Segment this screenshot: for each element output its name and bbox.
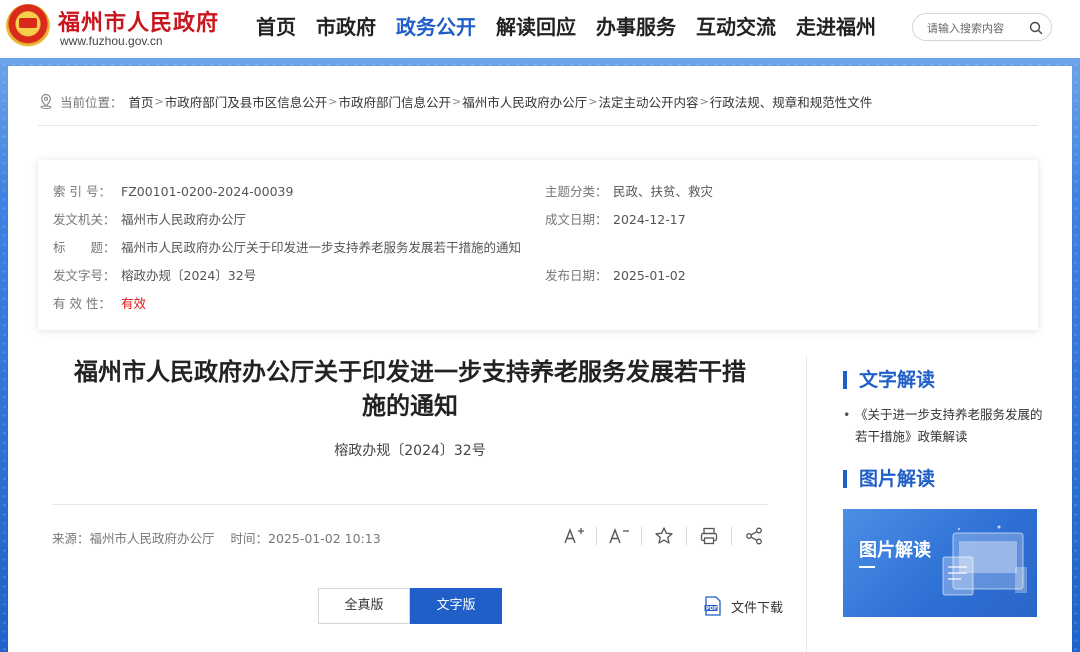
- article-doc-number: 榕政办规〔2024〕32号: [334, 443, 486, 459]
- search-input[interactable]: [927, 18, 1027, 38]
- info-topic-value: 民政、扶贫、救灾: [613, 184, 714, 199]
- info-publish-date: 发布日期： 2025-01-02: [545, 265, 686, 284]
- breadcrumb: 当前位置： 首页 > 市政府部门及县市区信息公开 > 市政府部门信息公开 > 福…: [38, 92, 872, 110]
- info-publish-date-value: 2025-01-02: [613, 268, 686, 283]
- divider: [38, 125, 1038, 126]
- info-title-value: 福州市人民政府办公厅关于印发进一步支持养老服务发展若干措施的通知: [121, 240, 522, 255]
- file-download-link[interactable]: PDF 文件下载: [704, 596, 783, 616]
- info-topic: 主题分类： 民政、扶贫、救灾: [545, 181, 713, 200]
- nav-item-home[interactable]: 首页: [256, 12, 296, 42]
- info-topic-label: 主题分类：: [545, 184, 608, 199]
- info-title-label: 标 题：: [53, 240, 116, 255]
- info-validity-label: 有 效 性：: [53, 296, 111, 311]
- file-download-label: 文件下载: [731, 600, 784, 616]
- info-doc-number-label: 发文字号：: [53, 268, 116, 283]
- search-box: [912, 13, 1052, 41]
- nav-item-interaction[interactable]: 互动交流: [696, 12, 776, 42]
- site-name[interactable]: 福州市人民政府: [58, 5, 219, 37]
- text-version-button[interactable]: 文字版: [410, 588, 502, 624]
- picture-card-title: 图片解读: [859, 540, 931, 561]
- info-index-label: 索 引 号：: [53, 184, 111, 199]
- nav-item-interpretation[interactable]: 解读回应: [496, 12, 576, 42]
- article-title-line1: 福州市人民政府办公厅关于印发进一步支持养老服务发展若干措: [74, 358, 746, 386]
- svg-text:PDF: PDF: [706, 606, 717, 612]
- text-interpretation-heading: 文字解读: [843, 368, 935, 392]
- nav-item-gov-affairs-disclosure[interactable]: 政务公开: [396, 12, 476, 42]
- share-button[interactable]: [742, 524, 766, 548]
- breadcrumb-item-statutory-content[interactable]: 法定主动公开内容: [598, 92, 698, 111]
- font-increase-icon: [564, 528, 584, 544]
- info-title: 标 题： 福州市人民政府办公厅关于印发进一步支持养老服务发展若干措施的通知: [53, 237, 521, 256]
- breadcrumb-item-departments[interactable]: 市政府部门及县市区信息公开: [165, 92, 328, 111]
- article-time: 时间：2025-01-02 10:13: [230, 531, 381, 546]
- breadcrumb-item-regulations[interactable]: 行政法规、规章和规范性文件: [710, 92, 873, 111]
- share-icon: [746, 527, 762, 545]
- toolbar-separator: [731, 527, 732, 545]
- info-index-value: FZ00101-0200-2024-00039: [121, 184, 294, 199]
- breadcrumb-separator: >: [452, 94, 462, 108]
- main-nav: 首页 市政府 政务公开 解读回应 办事服务 互动交流 走进福州: [256, 12, 896, 42]
- pdf-file-icon: PDF: [704, 596, 721, 616]
- picture-interpretation-heading: 图片解读: [843, 467, 935, 491]
- info-issuer-label: 发文机关：: [53, 212, 116, 227]
- breadcrumb-label: 当前位置：: [60, 94, 123, 110]
- toolbar-separator: [596, 527, 597, 545]
- info-written-date: 成文日期： 2024-12-17: [545, 209, 686, 228]
- toolbar-separator: [641, 527, 642, 545]
- info-index: 索 引 号： FZ00101-0200-2024-00039: [53, 181, 293, 200]
- favorite-button[interactable]: [652, 524, 676, 548]
- text-interpretation-link[interactable]: 《关于进一步支持养老服务发展的若干措施》政策解读: [843, 404, 1043, 448]
- info-written-date-value: 2024-12-17: [613, 212, 686, 227]
- info-validity: 有 效 性： 有效: [53, 293, 146, 312]
- toolbar-separator: [686, 527, 687, 545]
- view-mode-toggle: 全真版 文字版: [318, 588, 502, 624]
- article-source: 来源：福州市人民政府办公厅: [52, 531, 215, 546]
- article-meta: 来源：福州市人民政府办公厅 时间：2025-01-02 10:13: [52, 528, 393, 547]
- nav-item-services[interactable]: 办事服务: [596, 12, 676, 42]
- print-button[interactable]: [697, 524, 721, 548]
- location-pin-icon: [40, 93, 52, 109]
- info-doc-number-value: 榕政办规〔2024〕32号: [121, 268, 257, 283]
- print-icon: [700, 527, 718, 545]
- site-header: 福州市人民政府 www.fuzhou.gov.cn 首页 市政府 政务公开 解读…: [0, 0, 1080, 58]
- info-validity-value: 有效: [121, 296, 147, 311]
- full-version-button[interactable]: 全真版: [318, 588, 410, 624]
- article-title: 福州市人民政府办公厅关于印发进一步支持养老服务发展若干措 施的通知: [38, 355, 782, 423]
- info-written-date-label: 成文日期：: [545, 212, 608, 227]
- search-icon[interactable]: [1028, 20, 1044, 36]
- breadcrumb-separator: >: [588, 94, 598, 108]
- picture-interpretation-card[interactable]: 图片解读: [843, 509, 1037, 617]
- info-issuer-value: 福州市人民政府办公厅: [121, 212, 247, 227]
- picture-card-dash: [859, 566, 875, 568]
- breadcrumb-item-dept-info[interactable]: 市政府部门信息公开: [338, 92, 451, 111]
- breadcrumb-item-home[interactable]: 首页: [129, 92, 154, 111]
- info-doc-number: 发文字号： 榕政办规〔2024〕32号: [53, 265, 256, 284]
- star-icon: [655, 527, 673, 544]
- breadcrumb-separator: >: [328, 94, 338, 108]
- article-title-line2: 施的通知: [362, 392, 458, 420]
- site-url: www.fuzhou.gov.cn: [60, 34, 163, 48]
- breadcrumb-separator: >: [154, 94, 164, 108]
- divider: [52, 504, 768, 505]
- nav-item-about-fuzhou[interactable]: 走进福州: [796, 12, 876, 42]
- font-increase-button[interactable]: [562, 524, 586, 548]
- info-publish-date-label: 发布日期：: [545, 268, 608, 283]
- breadcrumb-separator: >: [699, 94, 709, 108]
- font-decrease-icon: [609, 528, 629, 544]
- document-illustration-icon: [942, 525, 1027, 596]
- nav-item-government[interactable]: 市政府: [316, 12, 376, 42]
- breadcrumb-item-general-office[interactable]: 福州市人民政府办公厅: [462, 92, 587, 111]
- national-emblem-icon: [6, 4, 50, 48]
- sidebar-divider: [806, 356, 807, 652]
- font-decrease-button[interactable]: [607, 524, 631, 548]
- article-toolbar: [562, 524, 766, 548]
- info-issuer: 发文机关： 福州市人民政府办公厅: [53, 209, 246, 228]
- document-info-box: 索 引 号： FZ00101-0200-2024-00039 主题分类： 民政、扶贫…: [38, 160, 1038, 330]
